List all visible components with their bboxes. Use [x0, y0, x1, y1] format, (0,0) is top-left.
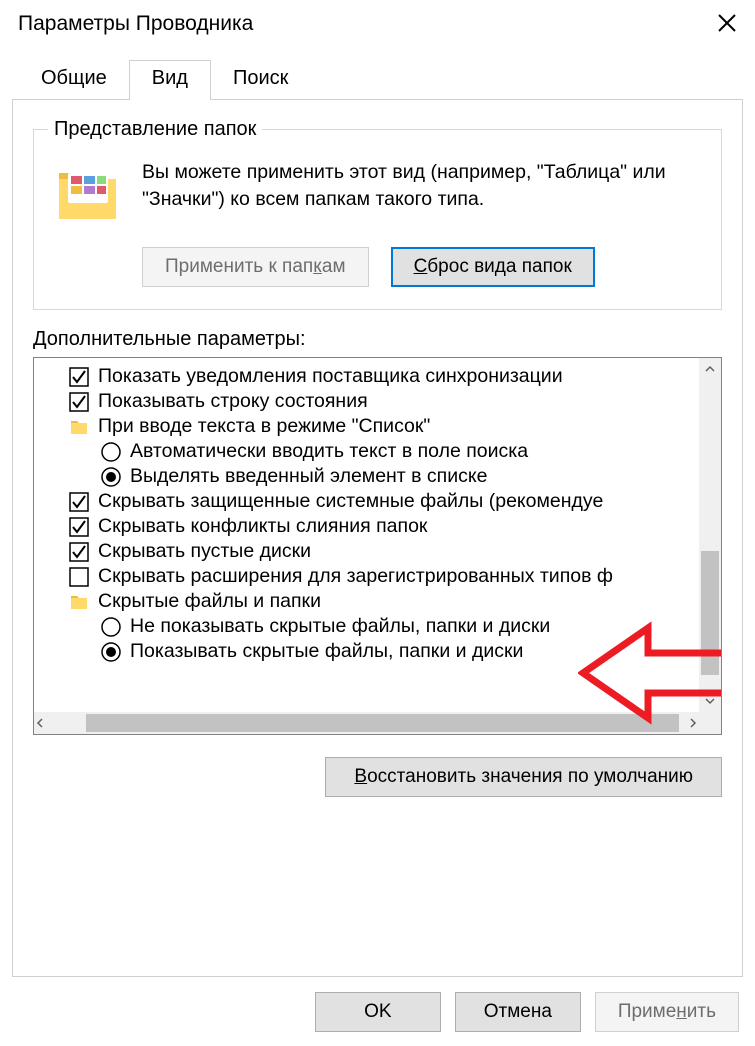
tab-panel-view: Представление папок Вы может: [12, 99, 743, 977]
adv-item-label: Скрывать расширения для зарегистрированн…: [98, 565, 613, 588]
hscroll-thumb[interactable]: [86, 714, 679, 732]
scroll-left-icon[interactable]: [34, 712, 46, 734]
adv-item-label: Скрытые файлы и папки: [98, 590, 321, 613]
folder-small-icon: [68, 416, 90, 438]
adv-item-7[interactable]: Скрывать пустые диски: [34, 539, 699, 564]
checkbox-icon[interactable]: [68, 516, 90, 538]
adv-item-6[interactable]: Скрывать конфликты слияния папок: [34, 514, 699, 539]
adv-item-label: При вводе текста в режиме "Список": [98, 415, 430, 438]
scroll-down-icon[interactable]: [699, 690, 721, 712]
radio-icon[interactable]: [100, 616, 122, 638]
radio-icon[interactable]: [100, 441, 122, 463]
adv-item-9: Скрытые файлы и папки: [34, 589, 699, 614]
folder-views-legend: Представление папок: [48, 118, 262, 141]
adv-item-5[interactable]: Скрывать защищенные системные файлы (рек…: [34, 489, 699, 514]
checkbox-icon[interactable]: [68, 391, 90, 413]
adv-item-0[interactable]: Показать уведомления поставщика синхрони…: [34, 364, 699, 389]
checkbox-icon[interactable]: [68, 541, 90, 563]
reset-folder-view-button[interactable]: Сброс вида папок: [391, 247, 595, 287]
scrollbar-corner: [699, 712, 721, 734]
adv-item-label: Скрывать пустые диски: [98, 540, 311, 563]
window-title: Параметры Проводника: [18, 12, 253, 36]
radio-icon[interactable]: [100, 466, 122, 488]
close-icon[interactable]: [717, 9, 737, 40]
dialog-footer: OK Отмена Применить: [0, 978, 755, 1046]
advanced-settings-list[interactable]: Показать уведомления поставщика синхрони…: [33, 357, 722, 735]
tab-search[interactable]: Поиск: [210, 60, 311, 100]
checkbox-icon[interactable]: [68, 566, 90, 588]
adv-item-label: Скрывать защищенные системные файлы (рек…: [98, 490, 603, 513]
adv-item-1[interactable]: Показывать строку состояния: [34, 389, 699, 414]
adv-item-11[interactable]: Показывать скрытые файлы, папки и диски: [34, 639, 699, 664]
tab-strip: Общие Вид Поиск: [18, 60, 755, 100]
scroll-up-icon[interactable]: [699, 358, 721, 380]
restore-defaults-button[interactable]: Восстановить значения по умолчанию: [325, 757, 722, 797]
vertical-scrollbar[interactable]: [699, 358, 721, 712]
tab-view[interactable]: Вид: [129, 60, 211, 100]
adv-item-label: Показывать строку состояния: [98, 390, 368, 413]
scroll-thumb[interactable]: [701, 551, 719, 675]
checkbox-icon[interactable]: [68, 366, 90, 388]
adv-item-8[interactable]: Скрывать расширения для зарегистрированн…: [34, 564, 699, 589]
adv-item-label: Скрывать конфликты слияния папок: [98, 515, 427, 538]
radio-icon[interactable]: [100, 641, 122, 663]
cancel-button[interactable]: Отмена: [455, 992, 581, 1032]
apply-to-folders-button: Применить к папкам: [142, 247, 369, 287]
folder-views-group: Представление папок Вы может: [33, 118, 722, 310]
adv-item-label: Показывать скрытые файлы, папки и диски: [130, 640, 523, 663]
horizontal-scrollbar[interactable]: [34, 712, 699, 734]
adv-item-4[interactable]: Выделять введенный элемент в списке: [34, 464, 699, 489]
adv-item-10[interactable]: Не показывать скрытые файлы, папки и дис…: [34, 614, 699, 639]
scroll-right-icon[interactable]: [687, 712, 699, 734]
tab-general[interactable]: Общие: [18, 60, 130, 100]
apply-button: Применить: [595, 992, 739, 1032]
advanced-label: Дополнительные параметры:: [33, 328, 722, 351]
folder-small-icon: [68, 591, 90, 613]
checkbox-icon[interactable]: [68, 491, 90, 513]
adv-item-2: При вводе текста в режиме "Список": [34, 414, 699, 439]
folder-views-description: Вы можете применить этот вид (например, …: [142, 159, 701, 229]
adv-item-3[interactable]: Автоматически вводить текст в поле поиск…: [34, 439, 699, 464]
adv-item-label: Показать уведомления поставщика синхрони…: [98, 365, 563, 388]
adv-item-label: Выделять введенный элемент в списке: [130, 465, 487, 488]
folder-icon: [54, 159, 124, 229]
adv-item-label: Не показывать скрытые файлы, папки и дис…: [130, 615, 550, 638]
ok-button[interactable]: OK: [315, 992, 441, 1032]
adv-item-label: Автоматически вводить текст в поле поиск…: [130, 440, 528, 463]
